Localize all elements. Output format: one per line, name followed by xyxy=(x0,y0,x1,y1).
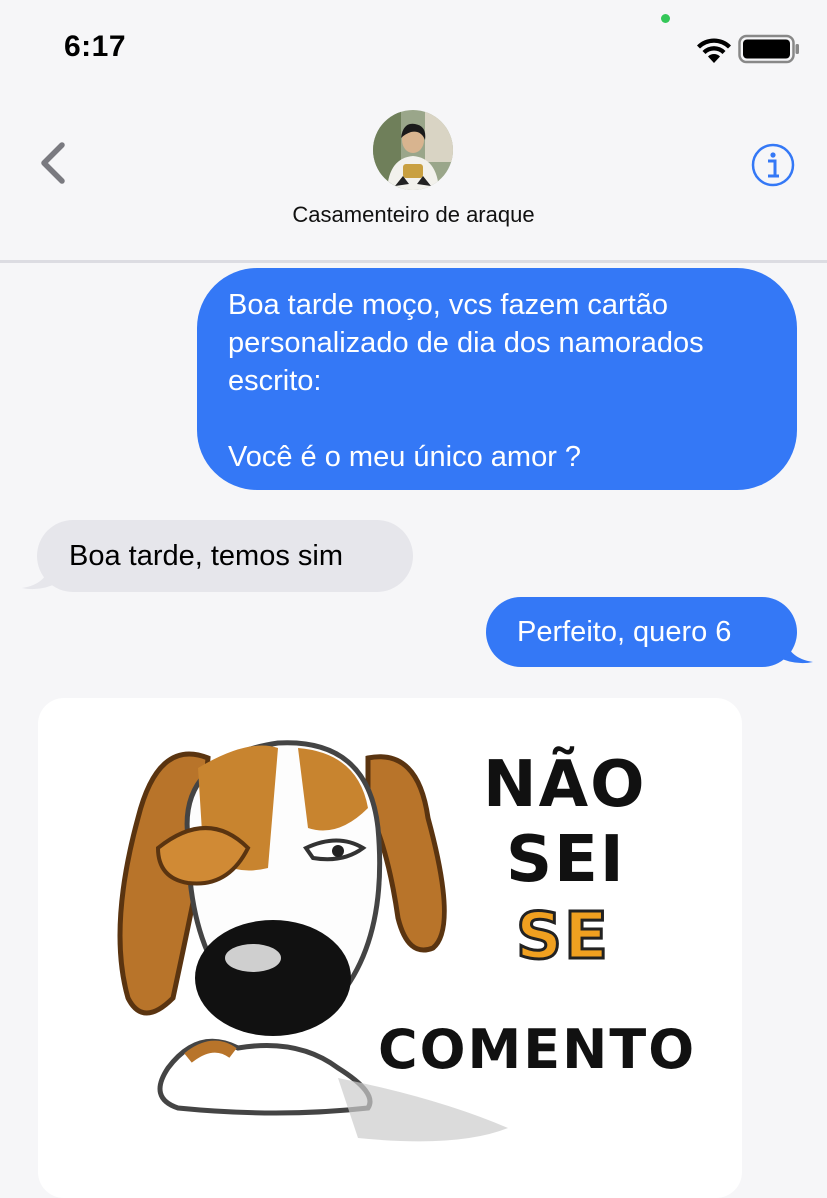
sent-message-bubble[interactable]: Perfeito, quero 6 xyxy=(486,597,797,667)
wifi-icon xyxy=(697,38,731,63)
sticker-caption-line: COMENTO xyxy=(378,1018,697,1081)
sticker-caption-line: NÃO xyxy=(483,748,647,822)
sticker-caption-line: SEI xyxy=(506,823,626,897)
conversation-header: Casamenteiro de araque xyxy=(0,90,827,263)
sticker-caption-line: SE xyxy=(515,899,610,976)
battery-icon xyxy=(738,34,799,64)
sticker-image-message[interactable]: NÃO SEI SE COMENTO xyxy=(38,698,742,1198)
status-bar: 6:17 xyxy=(0,0,827,90)
contact-avatar[interactable] xyxy=(373,110,453,190)
contact-name[interactable]: Casamenteiro de araque xyxy=(0,202,827,228)
info-icon[interactable] xyxy=(750,142,796,188)
avatar-photo xyxy=(373,110,453,190)
clock: 6:17 xyxy=(64,30,127,63)
camera-indicator-dot xyxy=(661,14,670,23)
back-chevron-icon[interactable] xyxy=(30,140,76,186)
received-message-bubble[interactable]: Boa tarde, temos sim xyxy=(37,520,413,592)
sent-message-bubble[interactable]: Boa tarde moço, vcs fazem cartão persona… xyxy=(197,268,797,490)
